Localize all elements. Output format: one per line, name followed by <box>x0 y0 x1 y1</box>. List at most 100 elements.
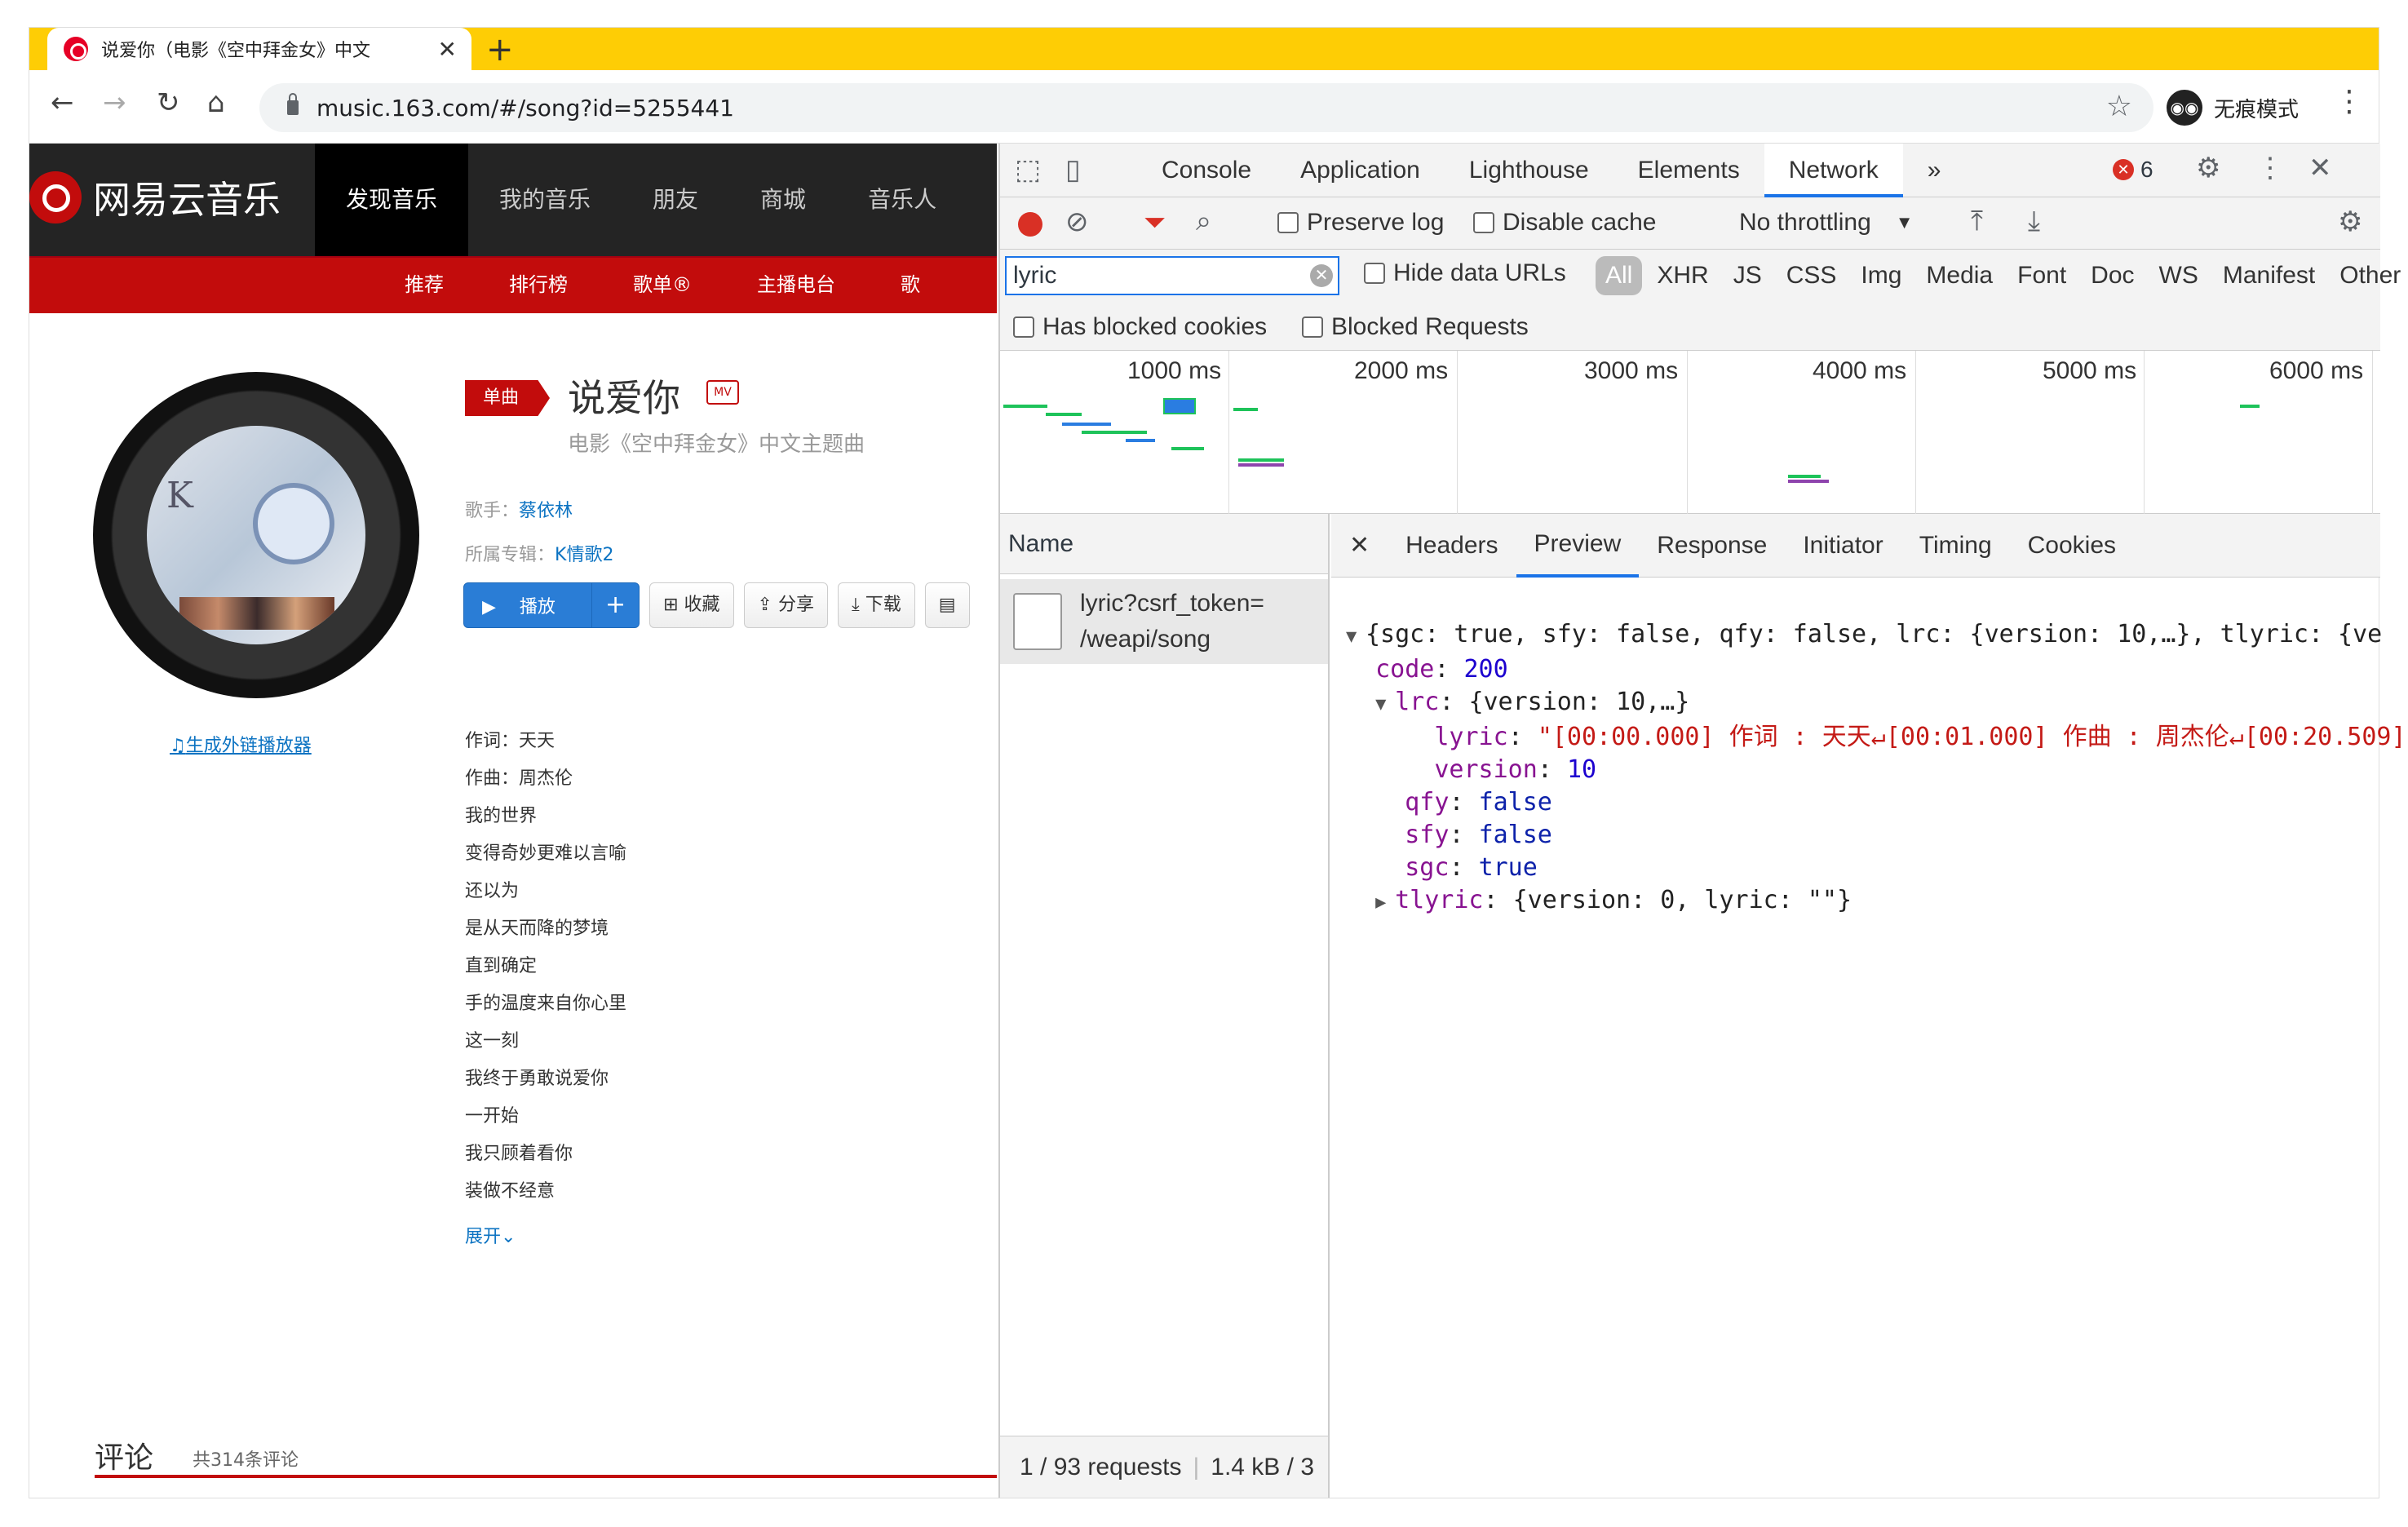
album-link[interactable]: K情歌2 <box>555 545 613 565</box>
type-img[interactable]: Img <box>1851 256 1911 295</box>
network-overview-timeline[interactable]: 1000 ms 2000 ms 3000 ms 4000 ms 5000 ms … <box>1000 351 2380 514</box>
home-icon[interactable]: ⌂ <box>207 86 225 119</box>
new-tab-icon[interactable]: + <box>486 31 514 69</box>
disable-cache-checkbox[interactable] <box>1473 212 1494 233</box>
tab-lighthouse[interactable]: Lighthouse <box>1445 144 1613 197</box>
tab-response[interactable]: Response <box>1639 516 1785 576</box>
collect-button[interactable]: ⊞ 收藏 <box>649 582 734 628</box>
timeline-tick-label: 5000 ms <box>2043 357 2137 384</box>
hide-data-urls-toggle[interactable]: Hide data URLs <box>1364 259 1566 287</box>
subnav-artists[interactable]: 歌 <box>868 258 953 312</box>
browser-menu-icon[interactable]: ⋮ <box>2335 85 2364 118</box>
record-icon[interactable] <box>1018 212 1042 237</box>
play-button[interactable]: ▶ 播放 + <box>463 582 640 628</box>
type-other[interactable]: Other <box>2330 256 2408 295</box>
blocked-requests-toggle[interactable]: Blocked Requests <box>1302 313 1529 341</box>
inspect-element-icon[interactable]: ⬚ <box>1015 153 1041 186</box>
clear-filter-icon[interactable]: ✕ <box>1310 264 1333 287</box>
brand-name: 网易云音乐 <box>93 178 281 222</box>
tab-elements[interactable]: Elements <box>1613 144 1764 197</box>
request-row[interactable]: lyric?csrf_token=/weapi/song <box>1000 579 1328 664</box>
singer-label: 歌手： <box>465 501 520 521</box>
hide-data-urls-checkbox[interactable] <box>1364 263 1385 284</box>
comments-title: 评论 <box>95 1441 154 1475</box>
album-cover: K <box>147 426 365 644</box>
tab-timing[interactable]: Timing <box>1901 516 2010 576</box>
lock-icon <box>287 93 299 115</box>
type-font[interactable]: Font <box>2007 256 2076 295</box>
back-icon[interactable]: ← <box>51 86 74 119</box>
type-ws[interactable]: WS <box>2149 256 2208 295</box>
import-har-icon[interactable]: ⤒ <box>1971 206 1983 237</box>
tab-console[interactable]: Console <box>1137 144 1276 197</box>
preserve-log-checkbox[interactable] <box>1277 212 1299 233</box>
timeline-gridline <box>1915 351 1916 514</box>
external-player-link[interactable]: ♫生成外链播放器 <box>170 731 312 757</box>
type-js[interactable]: JS <box>1724 256 1772 295</box>
tab-network[interactable]: Network <box>1764 144 1903 197</box>
name-column-header[interactable]: Name <box>1000 514 1328 574</box>
type-xhr[interactable]: XHR <box>1647 256 1718 295</box>
devtools-menu-icon[interactable]: ⋮ <box>2256 152 2284 184</box>
forward-icon[interactable]: → <box>103 86 126 119</box>
subnav-radio[interactable]: 主播电台 <box>724 258 868 312</box>
network-settings-icon[interactable]: ⚙ <box>2338 206 2362 238</box>
json-lrc[interactable]: ▼ lrc: {version: 10,…} <box>1346 686 2406 721</box>
address-bar[interactable]: music.163.com/#/song?id=5255441 ☆ <box>259 83 2153 132</box>
json-root[interactable]: ▼ {sgc: true, sfy: false, qfy: false, lrc… <box>1346 618 2406 653</box>
type-css[interactable]: CSS <box>1777 256 1847 295</box>
device-toolbar-icon[interactable]: ▯ <box>1065 153 1081 186</box>
reload-icon[interactable]: ↻ <box>157 86 180 119</box>
browser-toolbar: ← → ↻ ⌂ music.163.com/#/song?id=5255441 … <box>29 70 2379 144</box>
filter-row: lyric ✕ Hide data URLs All XHR JS CSS Img… <box>1000 250 2401 302</box>
expand-lyrics-link[interactable]: 展开⌄ <box>465 1222 516 1248</box>
search-icon[interactable]: ⌕ <box>1196 206 1211 237</box>
close-detail-icon[interactable]: ✕ <box>1331 531 1388 560</box>
bookmark-star-icon[interactable]: ☆ <box>2106 90 2132 123</box>
type-doc[interactable]: Doc <box>2081 256 2144 295</box>
tab-headers[interactable]: Headers <box>1388 516 1516 576</box>
tab-application[interactable]: Application <box>1276 144 1445 197</box>
mv-icon[interactable]: MV <box>706 380 739 405</box>
singer-link[interactable]: 蔡依林 <box>519 501 573 521</box>
play-label: 播放 <box>519 597 556 617</box>
type-media[interactable]: Media <box>1916 256 2003 295</box>
tab-initiator[interactable]: Initiator <box>1785 516 1901 576</box>
has-blocked-cookies-checkbox[interactable] <box>1013 316 1034 338</box>
more-tabs-icon[interactable]: » <box>1903 144 1966 197</box>
nav-my-music[interactable]: 我的音乐 <box>468 144 622 256</box>
settings-gear-icon[interactable]: ⚙ <box>2196 152 2220 184</box>
download-button[interactable]: ⤓ 下载 <box>837 582 915 628</box>
browser-tab[interactable]: 说爱你（电影《空中拜金女》中文 ✕ <box>47 28 471 70</box>
disable-cache-toggle[interactable]: Disable cache <box>1473 209 1656 237</box>
nav-musician[interactable]: 音乐人 <box>837 144 967 256</box>
share-button[interactable]: ⇪ 分享 <box>743 582 828 628</box>
nav-discover[interactable]: 发现音乐 <box>315 144 469 256</box>
filter-input[interactable]: lyric ✕ <box>1005 256 1339 295</box>
subnav-recommend[interactable]: 推荐 <box>372 258 476 312</box>
subnav-charts[interactable]: 排行榜 <box>476 258 600 312</box>
tab-cookies[interactable]: Cookies <box>2010 516 2134 576</box>
add-to-list-button[interactable]: + <box>591 583 639 627</box>
close-tab-icon[interactable]: ✕ <box>438 36 457 63</box>
subnav-playlists[interactable]: 歌单® <box>600 258 724 312</box>
tab-preview[interactable]: Preview <box>1516 514 1640 578</box>
filter-funnel-icon[interactable]: ⏷ <box>1144 207 1166 239</box>
blocked-requests-checkbox[interactable] <box>1302 316 1323 338</box>
comment-button[interactable]: ▤ <box>924 582 970 628</box>
type-manifest[interactable]: Manifest <box>2213 256 2325 295</box>
comments-divider <box>95 1475 997 1478</box>
export-har-icon[interactable]: ⤓ <box>2028 206 2040 237</box>
json-tlyric[interactable]: ▶ tlyric: {version: 0, lyric: ""} <box>1346 884 2406 919</box>
preserve-log-toggle[interactable]: Preserve log <box>1277 209 1444 237</box>
nav-friends[interactable]: 朋友 <box>622 144 729 256</box>
has-blocked-cookies-toggle[interactable]: Has blocked cookies <box>1013 313 1267 341</box>
error-counter[interactable]: ✕ 6 <box>2113 153 2153 186</box>
close-devtools-icon[interactable]: ✕ <box>2308 152 2332 184</box>
site-logo[interactable]: 网易云音乐 <box>29 165 281 230</box>
throttling-select[interactable]: No throttling ▼ <box>1739 209 1914 237</box>
type-all[interactable]: All <box>1596 256 1643 295</box>
nav-store[interactable]: 商城 <box>729 144 837 256</box>
incognito-indicator[interactable]: ◉◉ 无痕模式 <box>2167 83 2299 132</box>
clear-icon[interactable]: ⊘ <box>1065 206 1089 238</box>
